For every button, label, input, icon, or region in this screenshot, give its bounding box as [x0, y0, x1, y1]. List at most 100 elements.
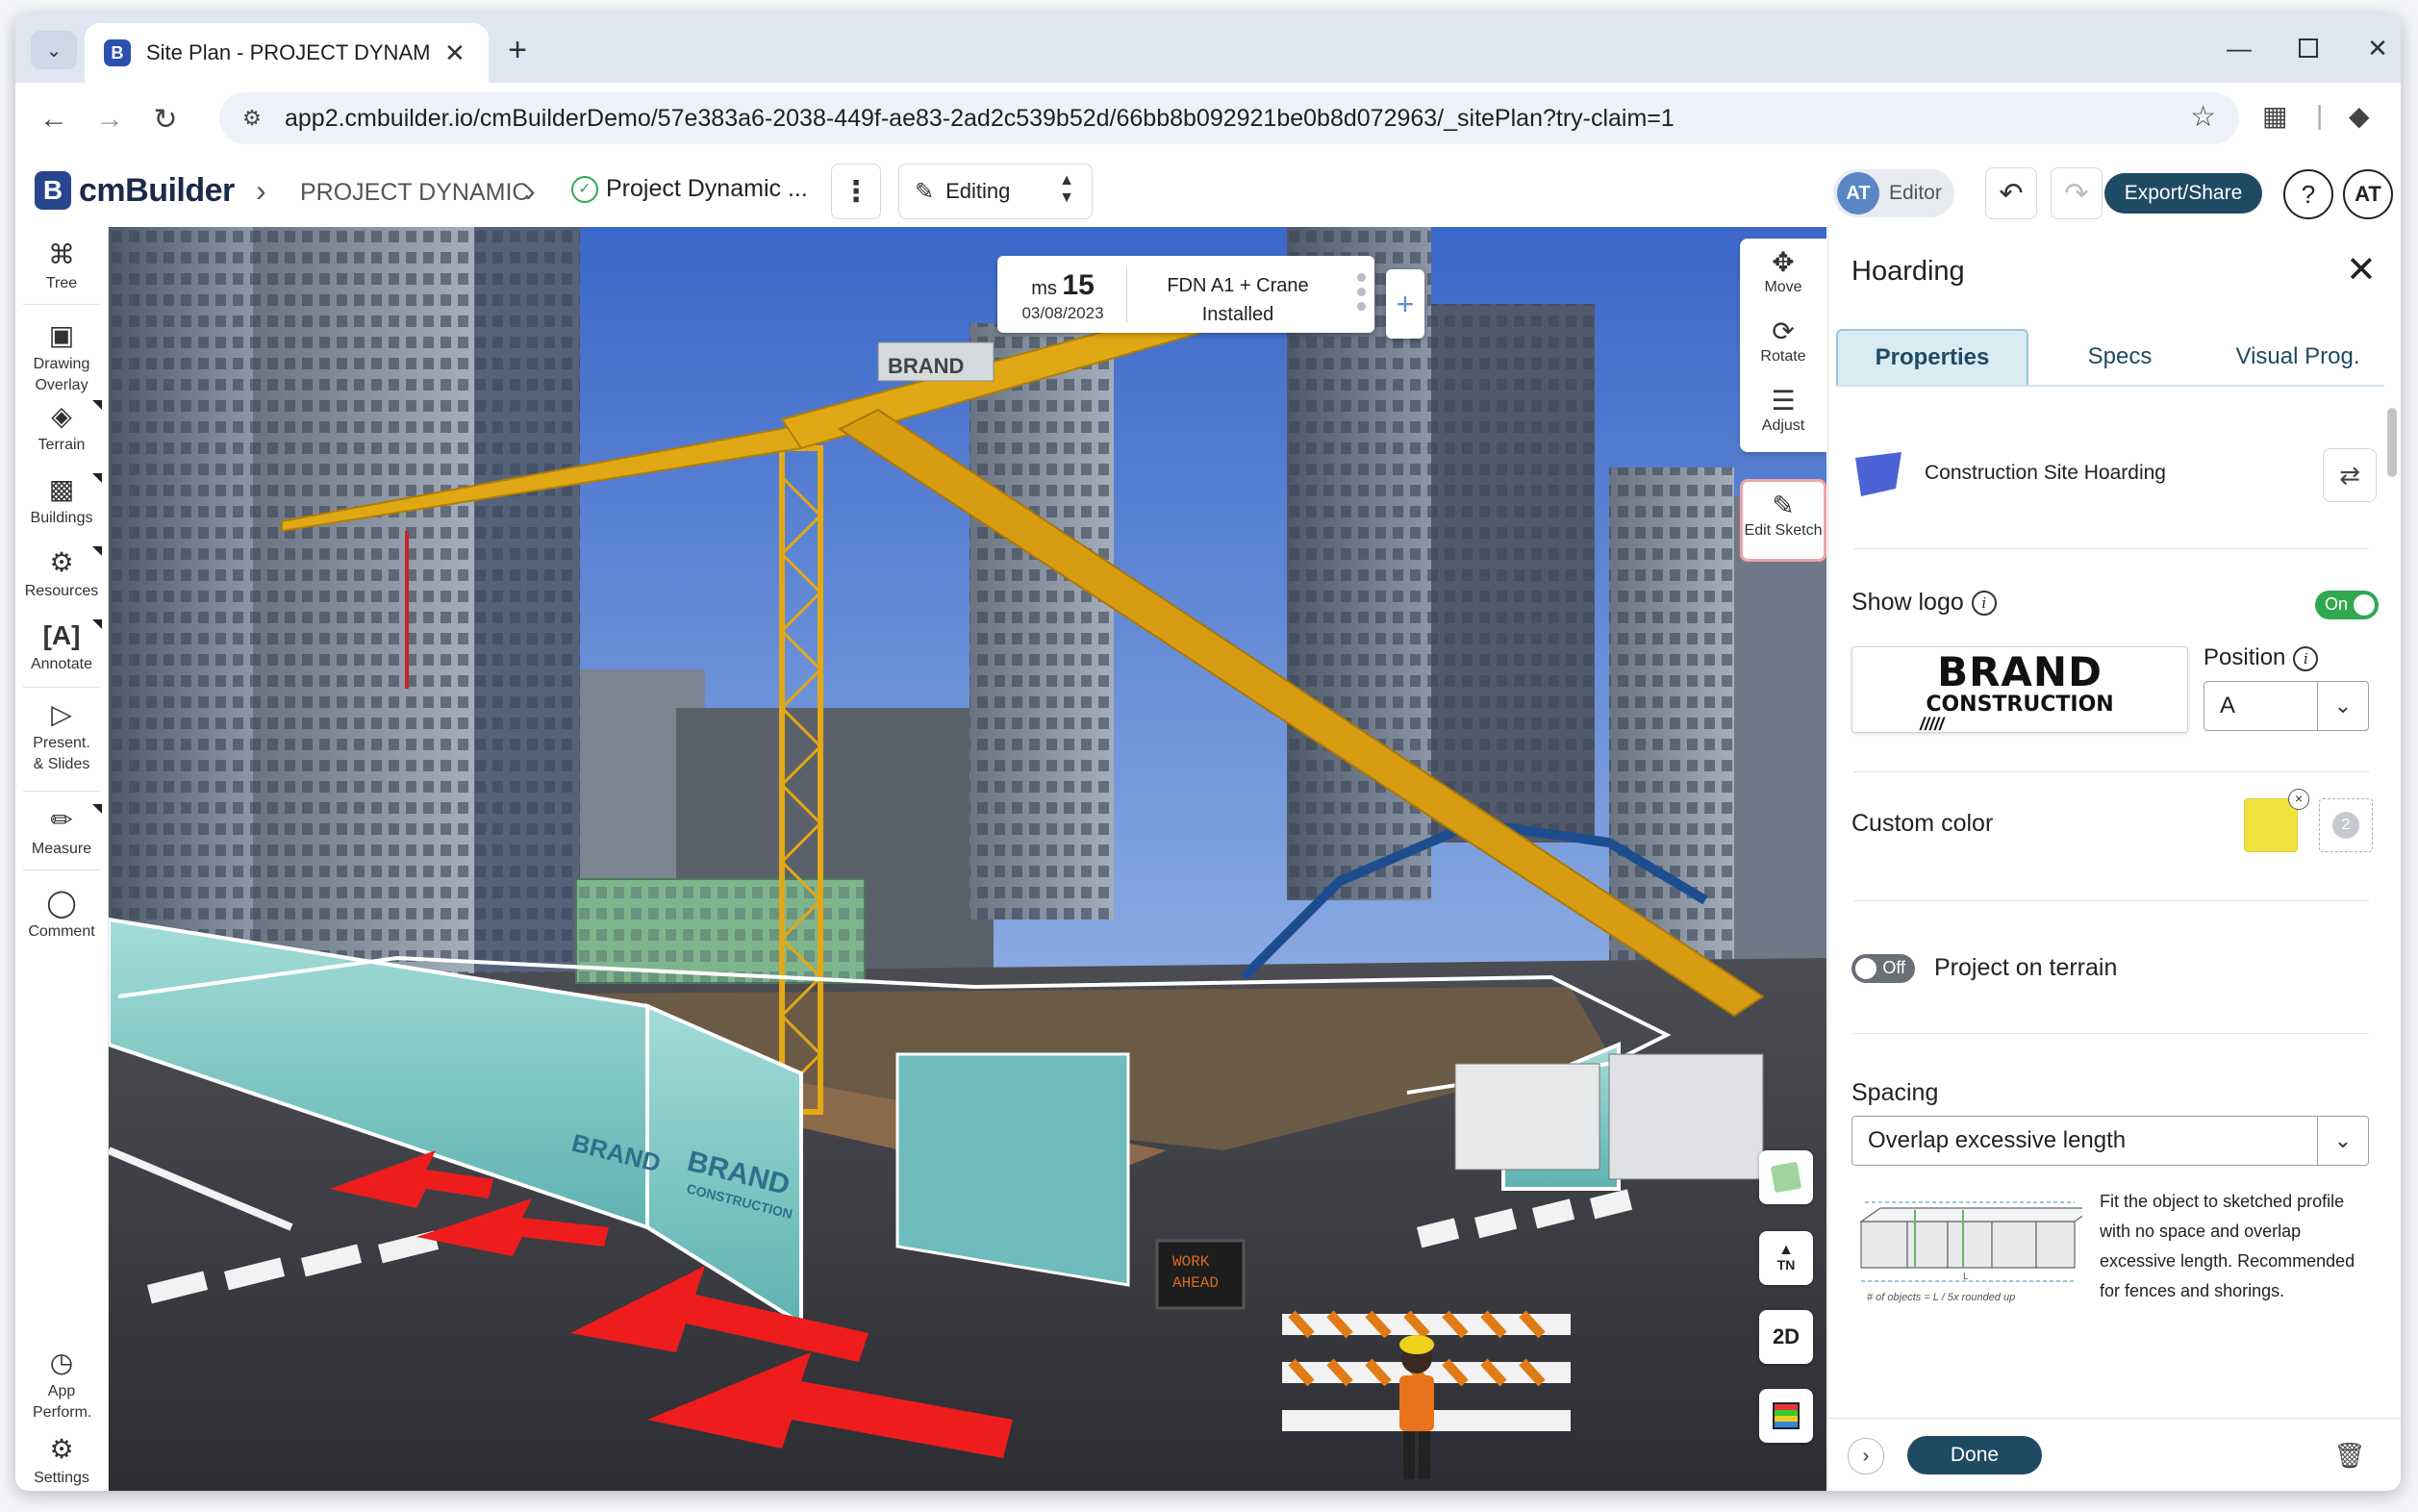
tool-comment[interactable]: ◯ Comment: [15, 887, 108, 943]
logo-preview[interactable]: BRAND CONSTRUCTION /////: [1851, 646, 2188, 733]
logo-marks: /////: [1920, 715, 1945, 734]
tool-measure[interactable]: ✏ Measure: [15, 804, 108, 860]
bookmark-star-icon[interactable]: ☆: [2190, 100, 2216, 134]
custom-color-swatch[interactable]: [2244, 798, 2298, 852]
rotate-tool[interactable]: ⟳ Rotate: [1740, 315, 1826, 365]
cmbuilder-favicon-icon: B: [104, 39, 131, 66]
role-label: Editor: [1889, 182, 1942, 204]
tab-specs[interactable]: Specs: [2028, 329, 2211, 385]
3d-viewport[interactable]: BRAND BRAND BRAND CONSTRUCTION WORK AHEA…: [109, 227, 1826, 1491]
project-on-terrain-toggle[interactable]: Off: [1851, 954, 1915, 983]
profile-extension-icon[interactable]: ◆: [2349, 100, 2370, 132]
tool-label: App Perform.: [33, 1383, 92, 1421]
tab-properties[interactable]: Properties: [1836, 329, 2028, 385]
expand-panel-icon[interactable]: ›: [1848, 1438, 1884, 1474]
close-window-icon[interactable]: ✕: [2351, 29, 2401, 67]
maximize-icon[interactable]: [2281, 29, 2335, 67]
user-avatar-button[interactable]: AT: [2343, 169, 2393, 219]
divider: [23, 869, 100, 870]
chevron-right-icon: ›: [256, 173, 266, 208]
toggle-state: Off: [1882, 958, 1905, 977]
forward-icon[interactable]: →: [88, 98, 131, 140]
adjust-tool[interactable]: ☰ Adjust: [1740, 385, 1826, 435]
panel-footer: › Done 🗑: [1828, 1418, 2401, 1491]
extensions-icon[interactable]: ▦: [2262, 100, 2287, 132]
breadcrumb-project[interactable]: PROJECT DYNAMIC: [300, 179, 529, 207]
add-milestone-button[interactable]: +: [1386, 269, 1424, 339]
more-options-button[interactable]: ⋮: [831, 164, 881, 219]
milestone-date: 03/08/2023: [1021, 304, 1104, 322]
milestone-handle-icon[interactable]: [1357, 273, 1367, 316]
tool-buildings[interactable]: ▩ Buildings: [15, 473, 108, 529]
logo-sub-text: CONSTRUCTION: [1926, 693, 2114, 717]
tool-annotate[interactable]: [A] Annotate: [15, 619, 108, 675]
clear-color-icon[interactable]: ×: [2288, 789, 2309, 810]
submenu-corner-icon: [92, 546, 102, 556]
tab-search-button[interactable]: ⌄: [31, 31, 77, 69]
legend-button[interactable]: [1759, 1389, 1813, 1443]
color-picker-button[interactable]: 2: [2319, 798, 2373, 852]
close-panel-icon[interactable]: ✕: [2346, 252, 2377, 289]
edit-sketch-button[interactable]: ✎ Edit Sketch: [1740, 479, 1826, 562]
tool-label: Resources: [24, 583, 99, 599]
hoarding-corner[interactable]: [895, 1052, 1130, 1287]
panel-scrollbar[interactable]: [2387, 408, 2397, 477]
tool-label: Present. & Slides: [33, 735, 90, 772]
reload-icon[interactable]: ↻: [144, 98, 187, 140]
swap-object-button[interactable]: ⇄: [2323, 448, 2377, 502]
tool-settings[interactable]: ⚙ Settings: [15, 1433, 108, 1489]
sign-line-2: AHEAD: [1172, 1274, 1219, 1292]
drawing-overlay-icon: ▣: [48, 320, 75, 350]
info-icon[interactable]: i: [2293, 645, 2319, 671]
move-tool[interactable]: ✥ Move: [1740, 246, 1826, 296]
tool-label: Settings: [34, 1470, 89, 1486]
left-toolbar: ⌘ Tree ▣ Drawing Overlay ◈ Terrain ▩ Bui…: [15, 227, 109, 1491]
logo-text: cmBuilder: [79, 171, 235, 209]
divider: [1853, 548, 2369, 549]
milestone-name-line: Installed: [1201, 304, 1274, 325]
map-layer-button[interactable]: [1759, 1150, 1813, 1204]
color-legend-icon: [1773, 1402, 1800, 1429]
mode-label: Editing: [945, 179, 1011, 203]
help-button[interactable]: ?: [2283, 169, 2333, 219]
position-select[interactable]: A ⌄: [2204, 681, 2369, 731]
new-tab-button[interactable]: +: [496, 31, 539, 69]
tool-tree[interactable]: ⌘ Tree: [15, 239, 108, 294]
color-slot-icon: 2: [2332, 812, 2359, 839]
tool-terrain[interactable]: ◈ Terrain: [15, 400, 108, 456]
minimize-icon[interactable]: —: [2212, 29, 2266, 67]
close-tab-icon[interactable]: ✕: [444, 38, 466, 68]
tool-label: Edit Sketch: [1744, 522, 1823, 539]
submenu-corner-icon: [92, 804, 102, 814]
undo-button[interactable]: ↶: [1985, 167, 2037, 219]
divider: [1126, 267, 1127, 323]
url-field[interactable]: ⚙ app2.cmbuilder.io/cmBuilderDemo/57e383…: [219, 92, 2239, 144]
back-icon[interactable]: ←: [33, 98, 75, 140]
delete-icon[interactable]: 🗑: [2330, 1436, 2369, 1474]
object-name: Construction Site Hoarding: [1925, 462, 2166, 484]
browser-tab[interactable]: B Site Plan - PROJECT DYNAMIC | ✕: [85, 23, 489, 83]
cmbuilder-logo[interactable]: B cmBuilder: [35, 171, 235, 210]
info-icon[interactable]: i: [1971, 591, 1997, 617]
tool-label: Buildings: [30, 510, 93, 526]
tool-app-performance[interactable]: ◷ App Perform.: [15, 1347, 108, 1424]
redo-button[interactable]: ↷: [2051, 167, 2103, 219]
milestone-card[interactable]: ms 15 03/08/2023 FDN A1 + Crane Installe…: [997, 256, 1374, 333]
role-indicator[interactable]: AT Editor: [1833, 169, 1954, 217]
view-mode-button[interactable]: 2D: [1759, 1310, 1813, 1364]
north-button[interactable]: ▲ TN: [1759, 1231, 1813, 1285]
tool-drawing-overlay[interactable]: ▣ Drawing Overlay: [15, 319, 108, 396]
tab-visual-prog[interactable]: Visual Prog.: [2211, 329, 2384, 385]
done-button[interactable]: Done: [1907, 1436, 2042, 1474]
mode-select[interactable]: ✎ Editing ▲ ▼: [898, 164, 1093, 219]
breadcrumb-plan[interactable]: ✓ Project Dynamic ...: [571, 175, 808, 204]
tool-present-slides[interactable]: ▷ Present. & Slides: [15, 698, 108, 775]
site-info-icon[interactable]: ⚙: [233, 99, 271, 138]
spacing-select[interactable]: Overlap excessive length ⌄: [1851, 1116, 2369, 1166]
show-logo-toggle[interactable]: On: [2315, 591, 2379, 619]
move-icon: ✥: [1772, 247, 1795, 277]
check-circle-icon: ✓: [571, 176, 598, 204]
submenu-corner-icon: [92, 473, 102, 483]
tool-resources[interactable]: ⚙ Resources: [15, 546, 108, 602]
export-share-button[interactable]: Export/Share: [2104, 173, 2262, 214]
